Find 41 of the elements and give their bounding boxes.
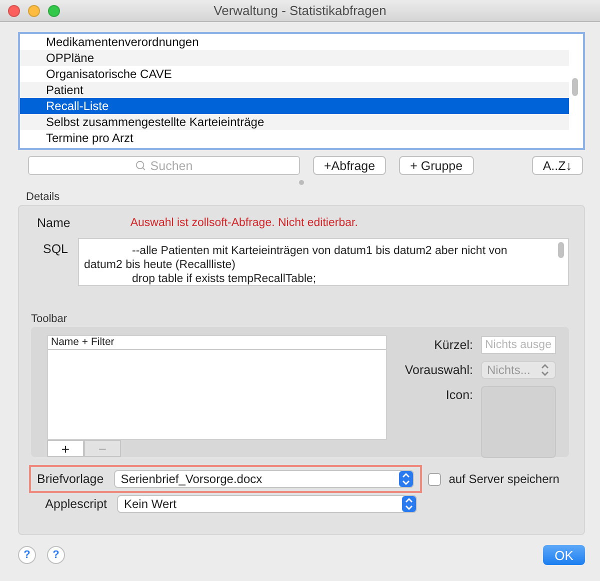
zoom-button[interactable] [48,4,60,16]
shortcut-field[interactable]: Nichts ausge [481,336,556,354]
add-button[interactable]: + [47,440,84,457]
applescript-dropdown[interactable]: Kein Wert [117,495,417,513]
code-line: --alle Patienten mit Karteieinträgen von datum1 bis datum2 aber nicht von datum2 bis heute (Recallliste) [84,244,508,272]
checkbox-label: auf Server speichern [448,472,560,486]
field-label: Vorauswahl: [404,362,473,379]
group-label: Toolbar [31,313,68,325]
icon-well[interactable] [481,386,556,458]
close-button[interactable] [8,4,20,16]
column-header: Name + Filter [48,336,386,350]
add-button[interactable]: +Abfrage [313,156,386,175]
scrollbar-thumb[interactable] [558,242,564,258]
checkbox[interactable] [428,472,441,486]
stepper-icon [398,471,413,487]
add-button[interactable]: + Gruppe [399,156,474,175]
sort-button[interactable]: A..Z↓ [532,156,583,175]
sql-editor[interactable]: --alle Patienten mit Karteieinträgen von datum1 bis datum2 aber nicht von datum2 bis heute (Recallliste) drop table if exists tempRecallTable; [78,238,570,286]
help-button[interactable]: ? [18,546,36,564]
field-label: SQL [43,242,68,258]
list-item[interactable]: Patient [20,82,569,98]
search-placeholder: Suchen [150,158,193,172]
list-item[interactable]: OPPläne [20,50,569,66]
list-item[interactable]: Recall-Liste [20,98,569,114]
minimize-button[interactable] [28,4,40,16]
scrollbar-thumb[interactable] [572,78,578,96]
field-label: Applescript [44,497,107,511]
resize-handle[interactable] [299,180,304,185]
search-icon [135,160,146,171]
field-label: Icon: [444,387,473,404]
field-label: Briefvorlage [37,472,104,486]
code-line: drop table if exists tempRecallTable; [131,272,318,285]
field-label: Kürzel: [433,337,473,354]
list-item[interactable]: Selbst zusammengestellte Karteieinträge [20,114,569,130]
template-dropdown[interactable]: Serienbrief_Vorsorge.docx [114,470,414,488]
group-label: Details [26,191,61,203]
stepper-icon [402,496,416,512]
window-title: Verwaltung - Statistikabfragen [212,3,388,18]
status-message: Auswahl ist zollsoft-Abfrage. Nicht editierbar. [130,217,358,229]
field-label: Name [37,216,70,230]
help-button[interactable]: ? [47,546,65,564]
